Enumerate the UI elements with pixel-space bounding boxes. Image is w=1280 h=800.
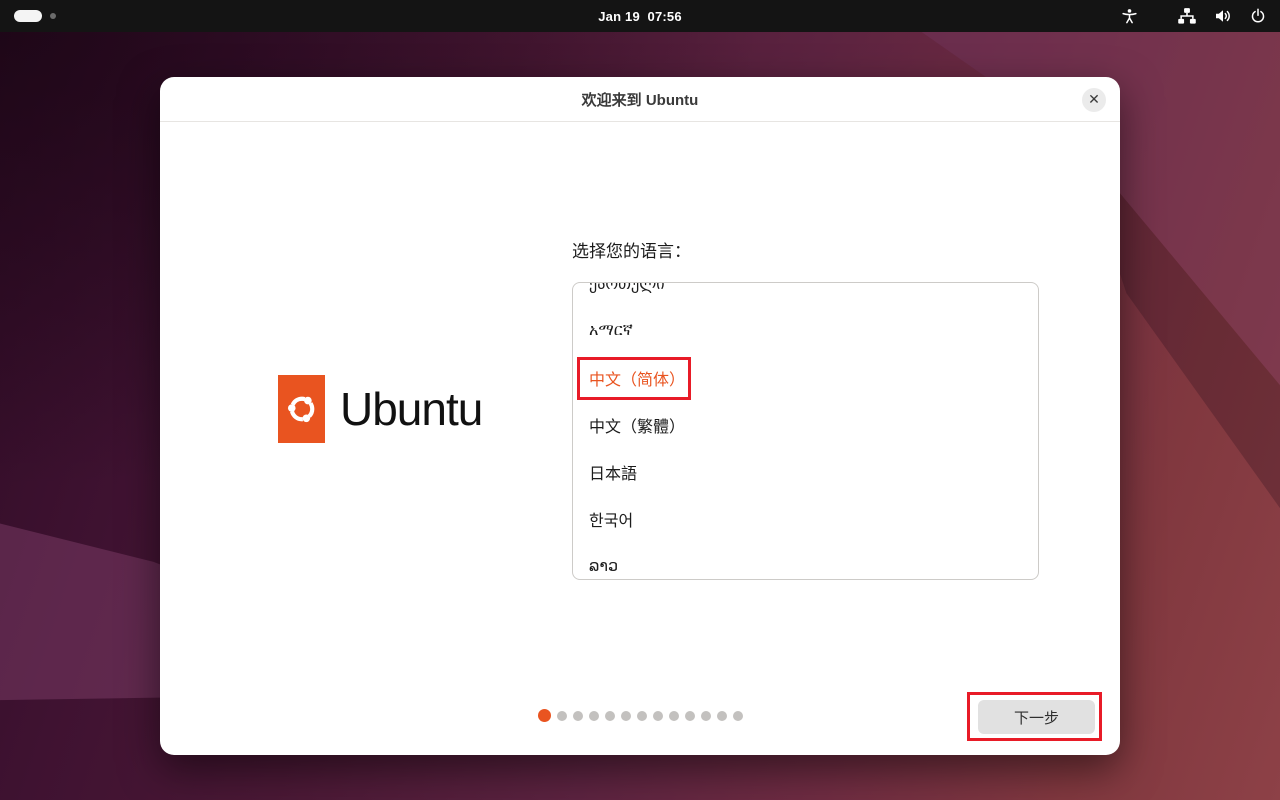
language-option[interactable]: ქართული [573, 282, 1038, 307]
language-option-label: አማርኛ [589, 322, 633, 340]
ubuntu-logo-tile [278, 375, 325, 443]
language-option[interactable]: 한국어 [573, 495, 1038, 542]
volume-icon[interactable] [1214, 8, 1232, 24]
language-option[interactable]: 中文（繁體） [573, 401, 1038, 448]
page-dot [605, 711, 615, 721]
network-wired-icon[interactable] [1178, 8, 1196, 24]
accessibility-icon[interactable] [1121, 8, 1138, 25]
page-dot [717, 711, 727, 721]
welcome-window: 欢迎来到 Ubuntu ✕ Ubuntu 选择您的语言： ქართული አማርኛ… [160, 77, 1120, 755]
language-option-label: 中文（繁體） [589, 413, 685, 437]
close-icon: ✕ [1088, 92, 1100, 106]
page-dot [701, 711, 711, 721]
page-dot [669, 711, 679, 721]
language-list[interactable]: ქართულიአማርኛ中文（简体）中文（繁體）日本語한국어ລາວ [572, 282, 1039, 580]
top-bar: Jan 19 07:56 [0, 0, 1280, 32]
language-option[interactable]: አማርኛ [573, 307, 1038, 354]
language-option[interactable]: 日本語 [573, 448, 1038, 495]
annotation-box-next-button [967, 692, 1102, 741]
language-option[interactable]: ລາວ [573, 542, 1038, 580]
annotation-box-selected-language [577, 357, 691, 400]
language-option-label: ქართული [589, 282, 665, 294]
window-header: 欢迎来到 Ubuntu ✕ [160, 77, 1120, 122]
page-dot [557, 711, 567, 721]
ubuntu-wordmark: Ubuntu [340, 382, 482, 436]
page-dot [589, 711, 599, 721]
system-tray[interactable] [1121, 0, 1266, 32]
page-dot [637, 711, 647, 721]
language-option-label: 日本語 [589, 460, 637, 484]
page-dot-active [538, 709, 551, 722]
page-dot [733, 711, 743, 721]
clock[interactable]: Jan 19 07:56 [0, 9, 1280, 24]
screen: Jan 19 07:56 [0, 0, 1280, 800]
page-dot [573, 711, 583, 721]
power-icon[interactable] [1250, 8, 1266, 24]
circle-of-friends-icon [283, 390, 321, 428]
language-option-label: ລາວ [589, 556, 618, 576]
window-title: 欢迎来到 Ubuntu [582, 89, 699, 110]
language-prompt: 选择您的语言： [572, 237, 691, 262]
close-button[interactable]: ✕ [1082, 88, 1106, 112]
page-dot [685, 711, 695, 721]
page-dot [621, 711, 631, 721]
page-dot [653, 711, 663, 721]
ubuntu-logo: Ubuntu [278, 375, 482, 443]
language-option-label: 한국어 [589, 507, 633, 531]
